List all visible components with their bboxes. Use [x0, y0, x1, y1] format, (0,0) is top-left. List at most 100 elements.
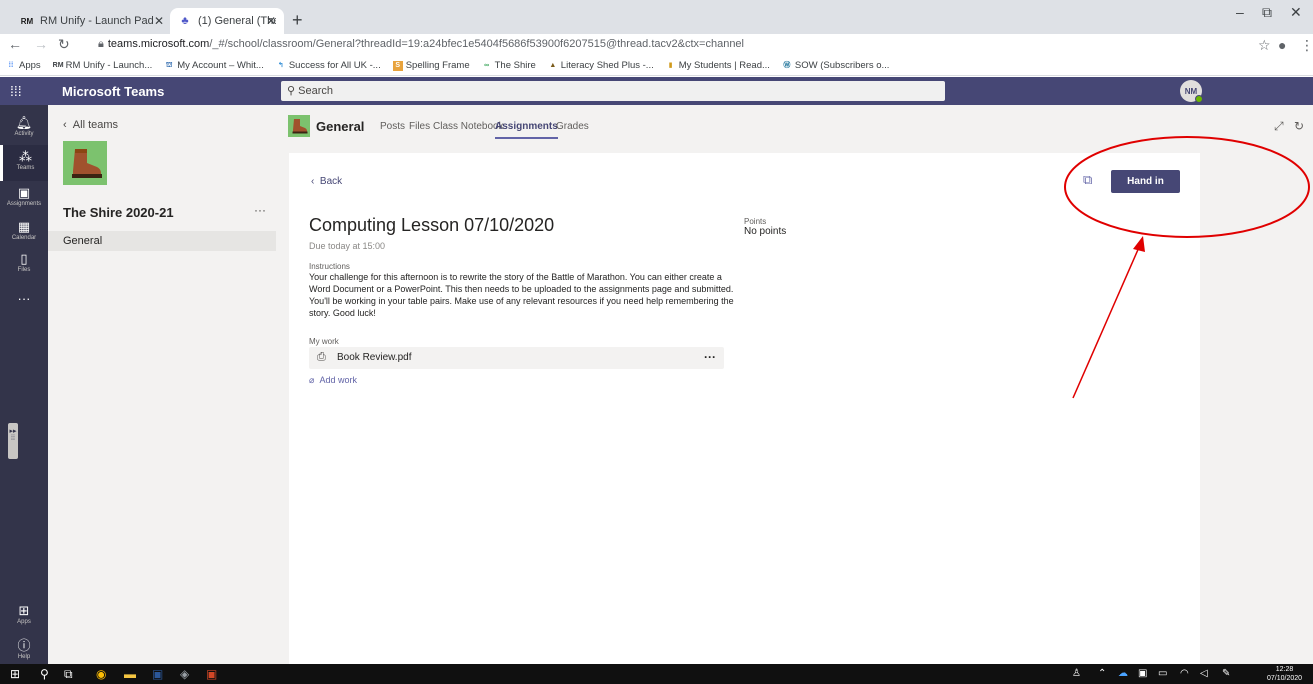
bookmark-apps[interactable]: ⁞⁞ Apps — [6, 60, 41, 71]
chevron-left-icon: ‹ — [311, 176, 315, 187]
url-host: teams.microsoft.com — [107, 38, 210, 50]
avatar[interactable]: NM — [1180, 80, 1203, 103]
browser-tab-strip: RM RM Unify - Launch Pad ✕ ♣ (1) General… — [0, 0, 1313, 34]
search-input[interactable]: ⚲ Search — [281, 81, 945, 101]
rail-calendar[interactable]: ▦ Calendar — [0, 215, 48, 251]
battery-icon[interactable]: ▭ — [1158, 668, 1167, 679]
shire-icon: ∞ — [484, 61, 490, 69]
close-window-icon[interactable]: ✕ — [1290, 4, 1302, 21]
search-icon[interactable]: ⚲ — [40, 667, 49, 681]
close-tab-icon[interactable]: ✕ — [154, 14, 164, 28]
instructions-text: Your challenge for this afternoon is to … — [309, 272, 734, 318]
file-explorer-icon[interactable]: ▬ — [124, 667, 136, 681]
bookmark-my-account[interactable]: ⛫ My Account – Whit... — [164, 60, 264, 71]
spelling-icon: S — [392, 60, 403, 71]
points-label: Points — [744, 217, 767, 226]
due-date: Due today at 15:00 — [309, 241, 386, 251]
tab-posts[interactable]: Posts — [380, 121, 405, 132]
rail-help[interactable]: ⓘ Help — [0, 631, 48, 667]
tab-grades[interactable]: Grades — [556, 121, 589, 132]
bookmark-rm-unify[interactable]: RM RM Unify - Launch... — [53, 60, 153, 71]
bookmarks-bar: ⁞⁞ Apps RM RM Unify - Launch... ⛫ My Accoun… — [0, 56, 1313, 76]
menu-dots-icon[interactable]: ⋮ — [1300, 37, 1313, 54]
word-icon[interactable]: ▣ — [152, 667, 163, 681]
expand-panel-icon[interactable]: ▸▸ ⁞⁞ — [8, 423, 18, 459]
team-more-options-icon[interactable]: ··· — [254, 203, 266, 217]
new-tab-icon[interactable]: + — [292, 10, 303, 31]
files-icon: ▯ — [20, 251, 28, 266]
bookmark-the-shire[interactable]: ∞ The Shire — [482, 60, 536, 71]
points-value: No points — [744, 226, 787, 237]
file-more-options-icon[interactable]: ··· — [704, 350, 716, 364]
wordpress-icon: Ⓦ — [783, 61, 791, 69]
rail-files[interactable]: ▯ Files — [0, 247, 48, 283]
channel-item-general[interactable]: General — [48, 231, 276, 251]
back-arrow-icon[interactable]: ← — [8, 36, 22, 52]
bookmark-spelling-frame[interactable]: S Spelling Frame — [392, 60, 470, 71]
volume-icon[interactable]: ◁ — [1200, 668, 1208, 679]
assignment-title: Computing Lesson 07/10/2020 — [309, 215, 555, 235]
pdf-file-icon: ⎙ — [317, 351, 326, 363]
tab-class-notebook[interactable]: Class Notebook — [433, 121, 504, 132]
all-teams-link[interactable]: ‹ All teams — [63, 119, 118, 131]
assignments-icon: ▣ — [17, 185, 31, 200]
chevron-left-icon: ‹ — [63, 119, 67, 131]
wifi-icon[interactable]: ◠ — [1180, 668, 1189, 679]
bell-icon: 🔔︎ — [15, 115, 33, 130]
rail-apps[interactable]: ⊞ Apps — [0, 599, 48, 635]
back-link[interactable]: ‹ Back — [311, 176, 342, 187]
rail-assignments[interactable]: ▣ Assignments — [0, 181, 48, 217]
reload-icon[interactable]: ↻ — [58, 36, 70, 53]
people-icon[interactable]: ♙ — [1072, 668, 1081, 679]
windows-start-icon[interactable]: ⊞ — [10, 667, 20, 681]
bookmark-sow[interactable]: Ⓦ SOW (Subscribers o... — [782, 60, 889, 71]
expand-icon[interactable]: ⤢ — [1274, 119, 1284, 134]
onedrive-icon[interactable]: ☁ — [1118, 668, 1128, 679]
rail-activity[interactable]: 🔔︎ Activity — [0, 111, 48, 147]
tab-assignments[interactable]: Assignments — [495, 121, 558, 139]
restore-icon[interactable]: ⧉ — [1262, 4, 1272, 21]
channel-name: General — [316, 119, 365, 134]
immersive-reader-icon[interactable]: ⧉ — [1083, 172, 1092, 188]
powerpoint-icon[interactable]: ▣ — [206, 667, 217, 681]
refresh-icon[interactable]: ↻ — [1294, 119, 1304, 133]
help-icon: ⓘ — [17, 638, 31, 653]
browser-tab-teams[interactable]: ♣ (1) General (The Shire 2020-21) | ✕ — [170, 8, 284, 34]
tray-app-icon[interactable]: ▣ — [1138, 668, 1147, 679]
account-icon: ⛫ — [166, 61, 173, 69]
app-icon[interactable]: ◈ — [180, 667, 189, 681]
search-placeholder: Search — [298, 85, 333, 97]
apps-icon: ⊞ — [18, 603, 30, 618]
close-tab-icon[interactable]: ✕ — [266, 14, 276, 28]
my-work-label: My work — [309, 337, 339, 346]
team-panel: ‹ All teams The Shire 2020-21 ··· Genera… — [48, 105, 276, 664]
forward-arrow-icon[interactable]: → — [34, 36, 48, 52]
teams-icon: ⁂ — [19, 149, 32, 164]
pen-icon[interactable]: ✎ — [1222, 668, 1230, 679]
search-icon: ⚲ — [287, 85, 296, 97]
team-name: The Shire 2020-21 — [63, 205, 174, 220]
app-launcher-icon[interactable]: ⁞⁞⁞ — [10, 83, 22, 99]
rail-teams[interactable]: ⁂ Teams — [0, 145, 48, 181]
tray-chevron-icon[interactable]: ⌃ — [1098, 668, 1106, 679]
url-field[interactable]: 🔒︎ teams.microsoft.com/_#/school/classroo… — [98, 38, 744, 51]
apps-icon: ⁞⁞ — [8, 61, 14, 69]
minimize-icon[interactable]: – — [1236, 4, 1244, 20]
bookmark-my-students[interactable]: ▮ My Students | Read... — [666, 60, 770, 71]
bookmark-literacy-shed[interactable]: ▲ Literacy Shed Plus -... — [548, 60, 653, 71]
taskbar-clock[interactable]: 12:28 07/10/2020 — [1267, 665, 1302, 683]
tab-files[interactable]: Files — [409, 121, 430, 132]
work-file-item[interactable]: ⎙ Book Review.pdf ··· — [309, 347, 724, 369]
rail-more[interactable]: ··· — [0, 287, 48, 323]
profile-icon[interactable]: ● — [1278, 37, 1286, 53]
hand-in-button[interactable]: Hand in — [1111, 170, 1180, 193]
task-view-icon[interactable]: ⧉ — [64, 667, 73, 682]
star-icon[interactable]: ☆ — [1258, 37, 1271, 54]
app-rail: 🔔︎ Activity ⁂ Teams ▣ Assignments ▦ Calendar… — [0, 105, 48, 664]
presence-available-icon — [1195, 95, 1203, 103]
app-title: Microsoft Teams — [62, 84, 165, 99]
add-work-button[interactable]: ⌀ Add work — [309, 375, 357, 386]
chrome-icon[interactable]: ◉ — [96, 667, 106, 681]
bookmark-success-for-all[interactable]: ↰ Success for All UK -... — [276, 60, 381, 71]
browser-tab-rm-unify[interactable]: RM RM Unify - Launch Pad ✕ — [12, 8, 172, 34]
